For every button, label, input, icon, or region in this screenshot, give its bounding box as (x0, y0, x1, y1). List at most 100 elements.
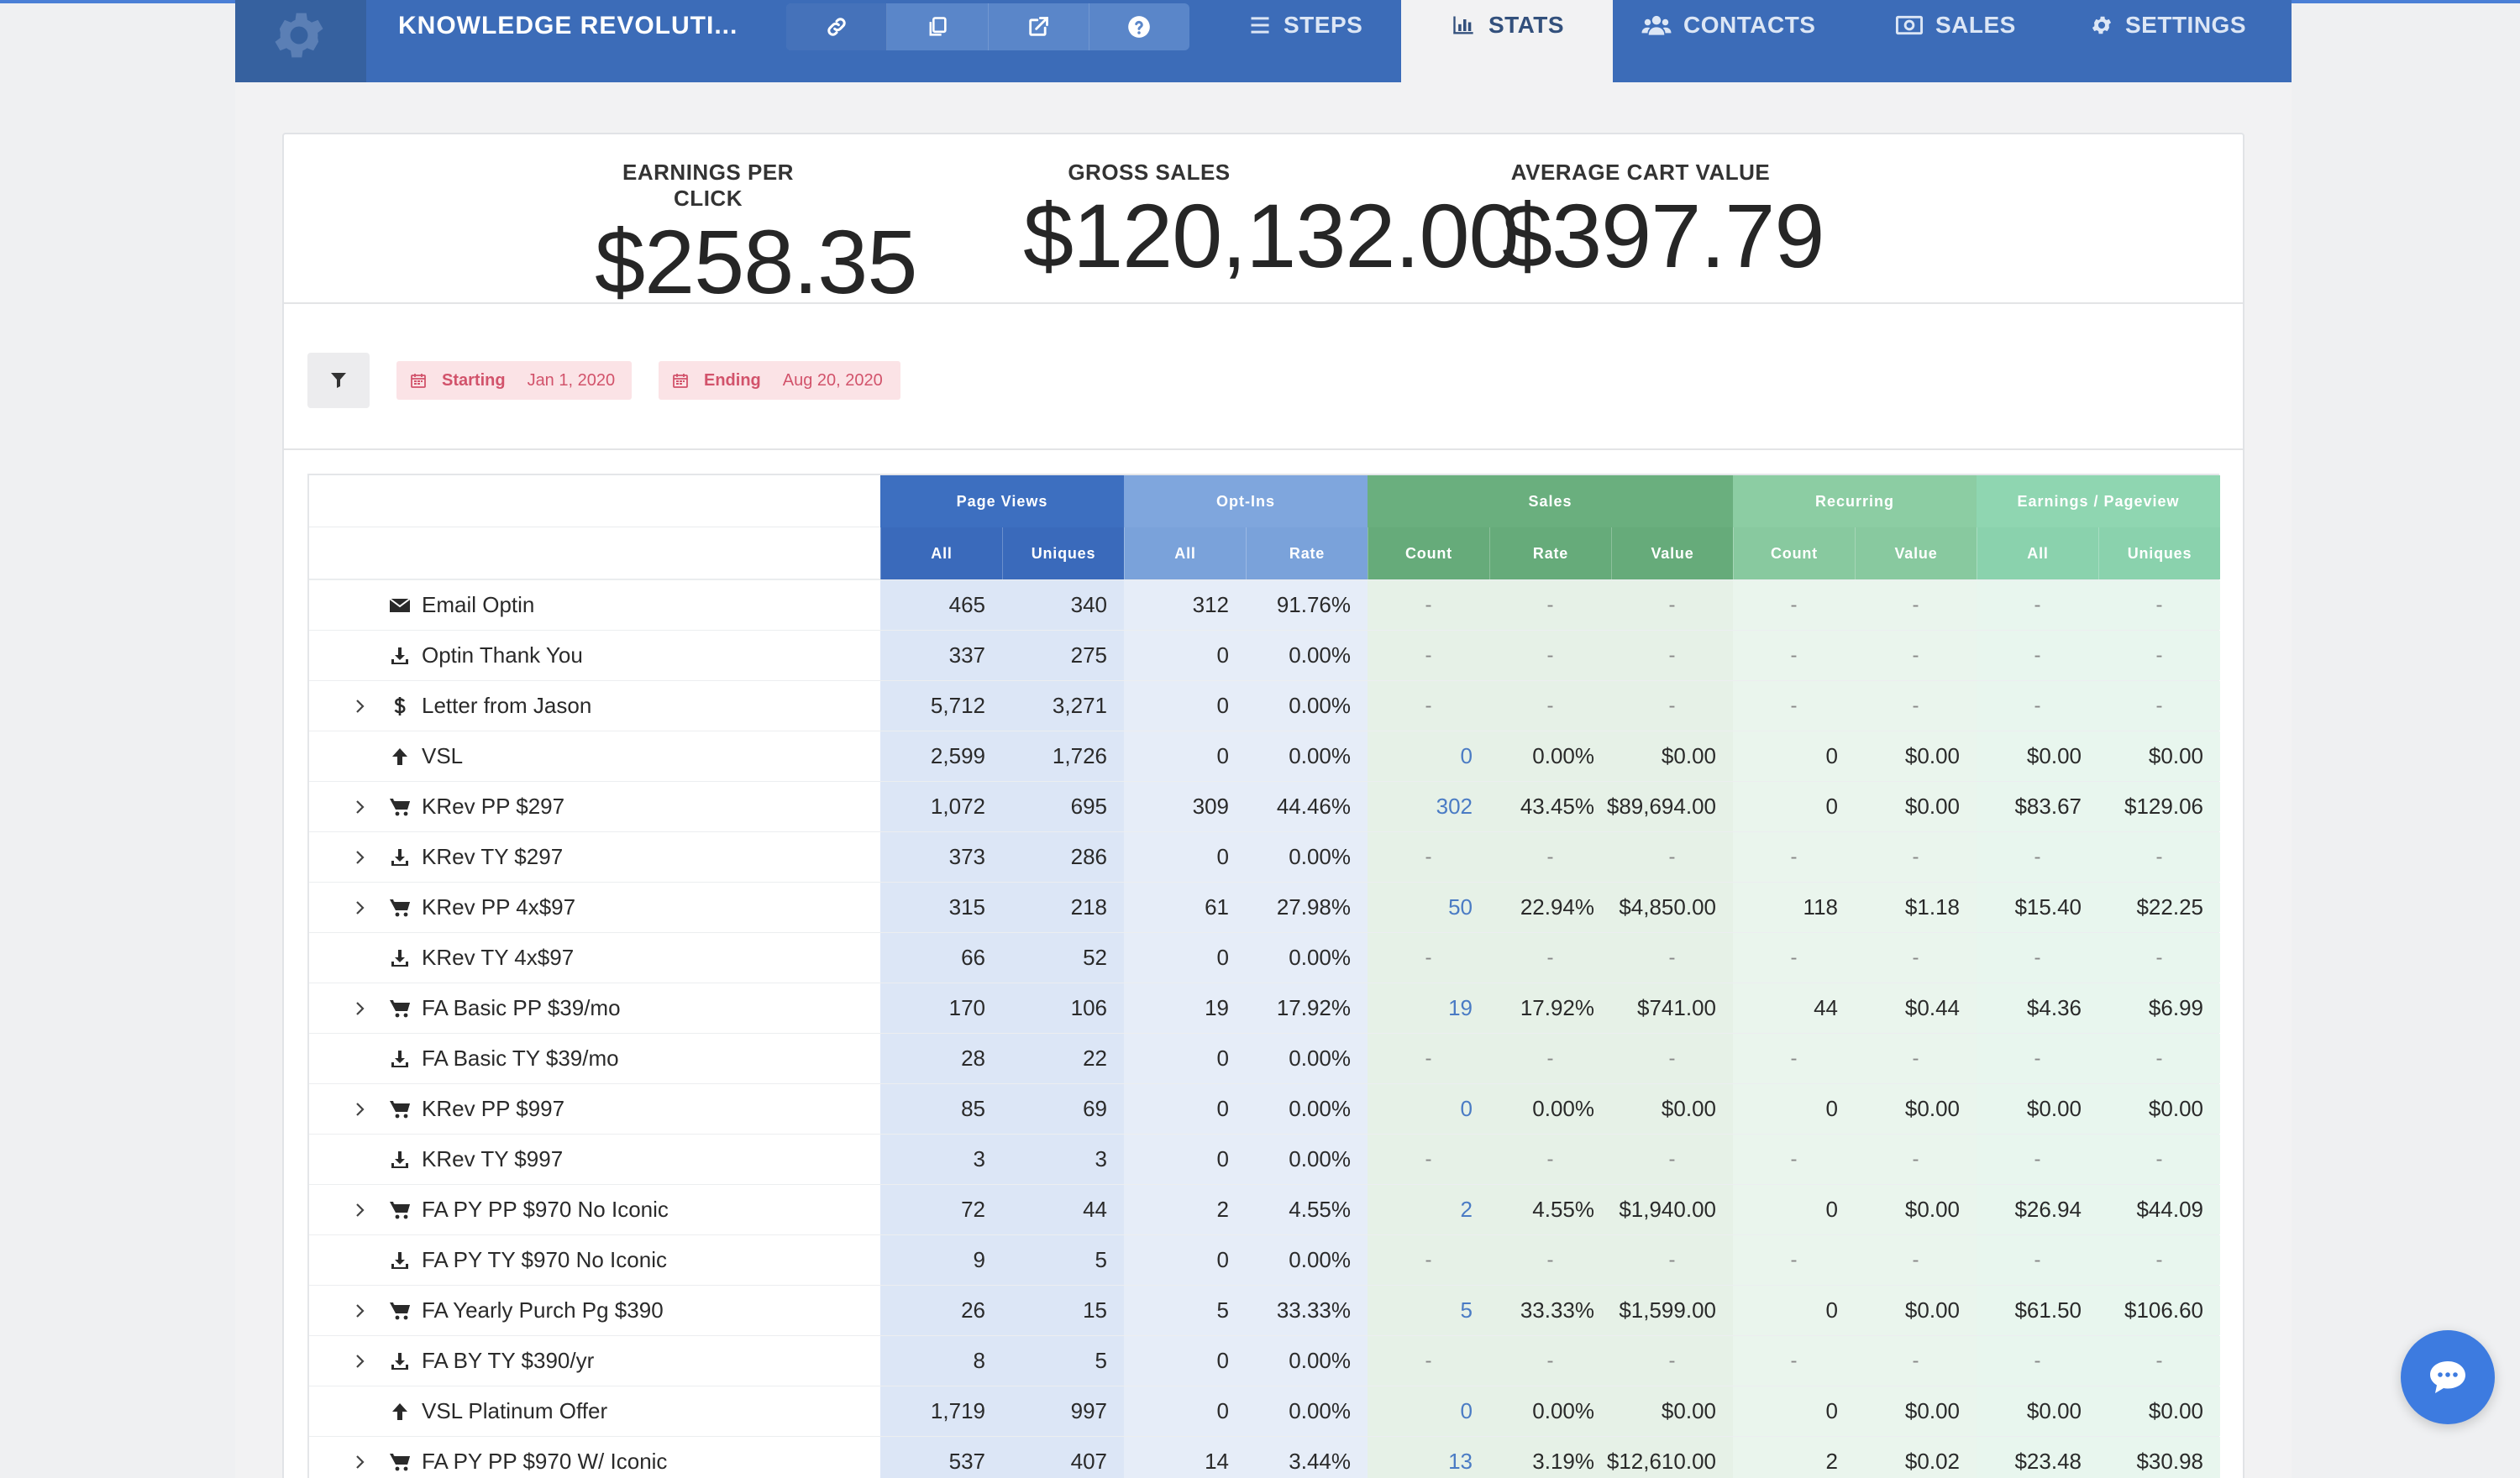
tab-contacts-label: CONTACTS (1683, 12, 1816, 38)
cell-pageviews-uniques: 1,726 (1002, 731, 1124, 781)
cell-optins-all: 0 (1124, 1386, 1246, 1436)
table-row[interactable]: KRev PP $297 1,072 695 309 44.46% 302 43.45% $8… (309, 781, 2220, 831)
table-row[interactable]: Letter from Jason 5,712 3,271 0 0.00% - - - - - - - (309, 680, 2220, 731)
cell-sales-count[interactable]: 302 (1368, 782, 1489, 831)
link-button[interactable] (786, 3, 888, 50)
col-earnings-all[interactable]: All (1977, 527, 2098, 579)
tab-stats[interactable]: STATS (1401, 0, 1613, 82)
table-row[interactable]: KRev TY $997 3 3 0 0.00% - - - - - - - (309, 1134, 2220, 1184)
cell-pageviews-all: 2,599 (880, 731, 1002, 781)
cell-optins-rate: 0.00% (1246, 731, 1368, 781)
expand-toggle[interactable] (309, 849, 375, 866)
col-recurring-value[interactable]: Value (1855, 527, 1977, 579)
table-row[interactable]: FA Yearly Purch Pg $390 26 15 5 33.33% 5 33.33… (309, 1285, 2220, 1335)
table-row[interactable]: KRev TY 4x$97 66 52 0 0.00% - - - - - - - (309, 932, 2220, 983)
cell-optins-all: 0 (1124, 1084, 1246, 1134)
cell-recurring-count: - (1733, 681, 1855, 731)
col-sales-value[interactable]: Value (1611, 527, 1733, 579)
expand-chevron-icon[interactable] (354, 1000, 366, 1017)
cell-sales-count: - (1368, 631, 1489, 680)
cell-recurring-count: - (1733, 1034, 1855, 1083)
col-optins-all[interactable]: All (1124, 527, 1246, 579)
table-row[interactable]: FA Basic TY $39/mo 28 22 0 0.00% - - - - - - - (309, 1033, 2220, 1083)
expand-chevron-icon[interactable] (354, 899, 366, 916)
cell-sales-value: $4,850.00 (1611, 883, 1733, 932)
table-row[interactable]: KRev PP $997 85 69 0 0.00% 0 0.00% $0.00 0 $0.00 $… (309, 1083, 2220, 1134)
col-optins-rate[interactable]: Rate (1246, 527, 1368, 579)
cell-pageviews-all: 537 (880, 1437, 1002, 1478)
cell-optins-all: 312 (1124, 580, 1246, 630)
expand-chevron-icon[interactable] (354, 1353, 366, 1370)
cell-sales-count[interactable]: 0 (1368, 1386, 1489, 1436)
step-name: KRev PP $997 (422, 1096, 565, 1121)
col-recurring-count[interactable]: Count (1733, 527, 1855, 579)
expand-toggle[interactable] (309, 799, 375, 815)
tab-steps[interactable]: STEPS (1248, 0, 1416, 82)
cell-sales-count[interactable]: 5 (1368, 1286, 1489, 1335)
step-name: VSL Platinum Offer (422, 1398, 608, 1423)
expand-chevron-icon[interactable] (354, 698, 366, 715)
app-logo[interactable] (235, 0, 366, 82)
expand-toggle[interactable] (309, 899, 375, 916)
filter-button[interactable] (307, 353, 370, 408)
step-name: FA BY TY $390/yr (422, 1348, 595, 1373)
table-row[interactable]: FA BY TY $390/yr 8 5 0 0.00% - - - - - - - (309, 1335, 2220, 1386)
col-sales-count[interactable]: Count (1368, 527, 1489, 579)
table-row[interactable]: Email Optin 465 340 312 91.76% - - - - - - - (309, 579, 2220, 630)
metric-value: $120,132.00 (1023, 185, 1520, 286)
col-sales-rate[interactable]: Rate (1489, 527, 1611, 579)
copy-button[interactable] (887, 3, 989, 50)
cell-earnings-all: $26.94 (1977, 1185, 2098, 1234)
expand-chevron-icon[interactable] (354, 1202, 366, 1219)
table-row[interactable]: VSL 2,599 1,726 0 0.00% 0 0.00% $0.00 0 $0.00 $0.0… (309, 731, 2220, 781)
help-button[interactable] (1089, 3, 1189, 50)
expand-toggle[interactable] (309, 1302, 375, 1319)
expand-chevron-icon[interactable] (354, 1454, 366, 1470)
tab-sales[interactable]: SALES (1895, 0, 2063, 82)
cell-recurring-count: 0 (1733, 1386, 1855, 1436)
expand-chevron-icon[interactable] (354, 1302, 366, 1319)
expand-chevron-icon[interactable] (354, 849, 366, 866)
cell-recurring-value: $0.00 (1855, 731, 1977, 781)
tab-contacts[interactable]: CONTACTS (1641, 0, 1877, 82)
step-name: KRev PP $297 (422, 794, 565, 819)
money-icon (1895, 15, 1924, 35)
expand-toggle[interactable] (309, 1353, 375, 1370)
external-link-button[interactable] (989, 3, 1089, 50)
row-name-cell: KRev TY $997 (309, 1135, 880, 1184)
cell-earnings-all: - (1977, 1034, 2098, 1083)
expand-chevron-icon[interactable] (354, 1101, 366, 1118)
cell-sales-count[interactable]: 19 (1368, 983, 1489, 1033)
tab-settings[interactable]: SETTINGS (2090, 0, 2292, 82)
table-row[interactable]: VSL Platinum Offer 1,719 997 0 0.00% 0 0.00% $0… (309, 1386, 2220, 1436)
expand-chevron-icon[interactable] (354, 799, 366, 815)
table-row[interactable]: FA PY TY $970 No Iconic 9 5 0 0.00% - - - - - - - (309, 1234, 2220, 1285)
step-name: FA Basic TY $39/mo (422, 1046, 619, 1071)
download-icon (386, 646, 413, 666)
expand-toggle[interactable] (309, 1101, 375, 1118)
expand-toggle[interactable] (309, 698, 375, 715)
chat-button[interactable] (2401, 1330, 2495, 1424)
cell-sales-count[interactable]: 0 (1368, 731, 1489, 781)
expand-toggle[interactable] (309, 1202, 375, 1219)
row-name-cell: KRev PP 4x$97 (309, 883, 880, 932)
expand-toggle[interactable] (309, 1000, 375, 1017)
cell-sales-count[interactable]: 13 (1368, 1437, 1489, 1478)
table-row[interactable]: KRev TY $297 373 286 0 0.00% - - - - - - - (309, 831, 2220, 882)
table-row[interactable]: FA Basic PP $39/mo 170 106 19 17.92% 19 17.92%… (309, 983, 2220, 1033)
cell-earnings-uniques: $22.25 (2098, 883, 2220, 932)
start-date-value: Jan 1, 2020 (527, 370, 616, 390)
expand-toggle[interactable] (309, 1454, 375, 1470)
col-earnings-uniques[interactable]: Uniques (2098, 527, 2220, 579)
cell-sales-count[interactable]: 0 (1368, 1084, 1489, 1134)
end-date-chip[interactable]: Ending Aug 20, 2020 (659, 361, 900, 400)
col-pageviews-uniques[interactable]: Uniques (1002, 527, 1124, 579)
table-row[interactable]: Optin Thank You 337 275 0 0.00% - - - - - - - (309, 630, 2220, 680)
cell-sales-count[interactable]: 2 (1368, 1185, 1489, 1234)
start-date-chip[interactable]: Starting Jan 1, 2020 (396, 361, 632, 400)
table-row[interactable]: KRev PP 4x$97 315 218 61 27.98% 50 22.94% $4,85… (309, 882, 2220, 932)
cell-sales-count[interactable]: 50 (1368, 883, 1489, 932)
col-pageviews-all[interactable]: All (880, 527, 1002, 579)
table-row[interactable]: FA PY PP $970 W/ Iconic 537 407 14 3.44% 13 3.… (309, 1436, 2220, 1478)
table-row[interactable]: FA PY PP $970 No Iconic 72 44 2 4.55% 2 4.55% $… (309, 1184, 2220, 1234)
